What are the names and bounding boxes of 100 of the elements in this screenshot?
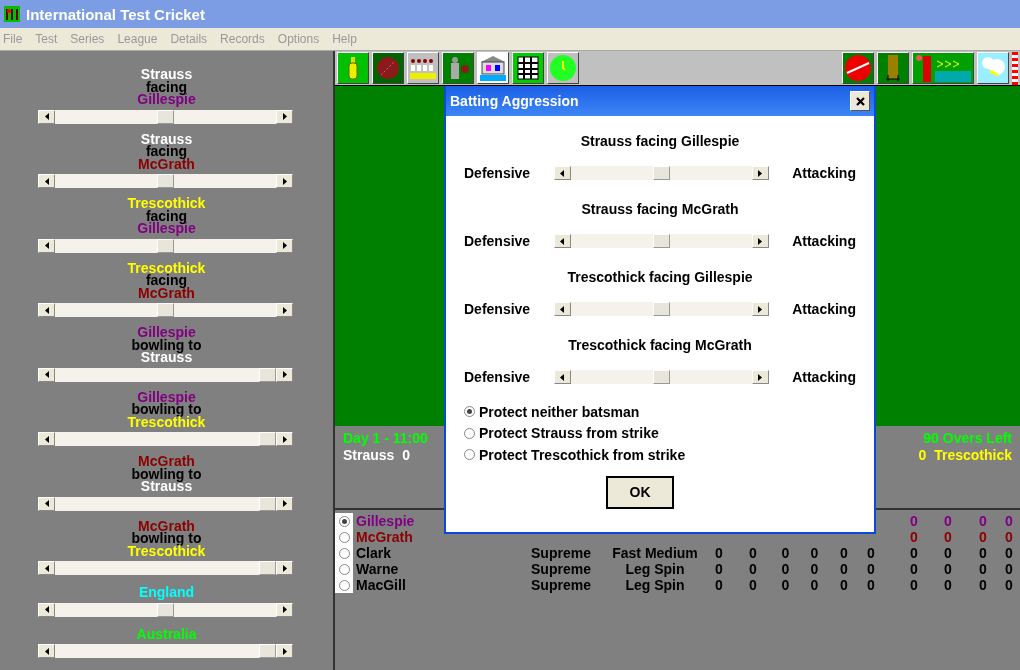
clock-button[interactable]: [547, 52, 579, 84]
scroll-left-button[interactable]: [38, 561, 55, 575]
pitch-button[interactable]: [912, 52, 974, 84]
slider[interactable]: [38, 644, 293, 658]
slider-thumb[interactable]: [652, 234, 670, 248]
ok-button[interactable]: OK: [606, 475, 674, 509]
bowler-radio[interactable]: [338, 579, 350, 591]
menu-item[interactable]: Test: [35, 32, 58, 46]
slider-thumb[interactable]: [157, 238, 174, 253]
bowler-radio[interactable]: [338, 547, 350, 559]
slider[interactable]: [553, 166, 769, 180]
right-arrow-icon: [282, 435, 287, 443]
ball-button[interactable]: [842, 52, 874, 84]
slider-thumb[interactable]: [259, 367, 276, 382]
scroll-left-button[interactable]: [553, 234, 571, 248]
close-button[interactable]: [850, 91, 870, 111]
slider-thumb[interactable]: [157, 602, 174, 617]
slider[interactable]: [553, 370, 769, 384]
slider-thumb[interactable]: [652, 302, 670, 316]
menu-item[interactable]: Options: [277, 32, 320, 46]
slider[interactable]: [38, 303, 293, 317]
slider-thumb[interactable]: [652, 166, 670, 180]
bat-icon: [338, 53, 368, 83]
slider-thumb[interactable]: [259, 432, 276, 446]
bat-button[interactable]: [337, 52, 369, 84]
scroll-right-button[interactable]: [276, 303, 293, 317]
wicket-button[interactable]: [877, 52, 909, 84]
right-arrow-icon: [282, 564, 287, 572]
matchup-label: Gillespie: [137, 93, 196, 106]
scroll-right-button[interactable]: [276, 561, 293, 575]
slider-thumb[interactable]: [259, 644, 276, 658]
scroll-left-button[interactable]: [553, 166, 571, 180]
slider[interactable]: [553, 234, 769, 248]
bowler-radio[interactable]: [338, 531, 350, 543]
slider-thumb[interactable]: [652, 370, 670, 384]
radio-button[interactable]: [464, 449, 475, 461]
scroll-right-button[interactable]: [276, 109, 293, 124]
radio-button[interactable]: [464, 427, 475, 439]
right-arrow-icon: [282, 371, 287, 378]
menu-item[interactable]: Series: [70, 32, 105, 46]
slider-thumb[interactable]: [157, 174, 174, 188]
scroll-left-button[interactable]: [38, 238, 55, 253]
matchup-label: Australia: [136, 627, 197, 640]
bowler-radio[interactable]: [338, 563, 350, 575]
pavilion-button[interactable]: [477, 52, 509, 84]
scroll-right-button[interactable]: [276, 644, 293, 658]
radio-button[interactable]: [464, 406, 475, 418]
scoreboard-button[interactable]: [512, 52, 544, 84]
crowd-button[interactable]: [407, 52, 439, 84]
scroll-right-button[interactable]: [276, 496, 293, 511]
table-cell: 0: [749, 545, 757, 561]
table-cell: 0: [979, 577, 987, 593]
scroll-right-button[interactable]: [276, 602, 293, 617]
slider[interactable]: [38, 109, 293, 124]
scroll-left-button[interactable]: [38, 109, 55, 124]
menu-item[interactable]: Help: [332, 32, 357, 46]
slider[interactable]: [38, 496, 293, 511]
slider-heading: Trescothick facing McGrath: [568, 337, 752, 353]
scroll-right-button[interactable]: [276, 432, 293, 446]
menu-item[interactable]: Records: [220, 32, 265, 46]
scroll-right-button[interactable]: [276, 367, 293, 382]
table-cell: Supreme: [531, 545, 591, 561]
slider-thumb[interactable]: [259, 561, 276, 575]
slider-thumb[interactable]: [157, 109, 174, 124]
slider[interactable]: [553, 302, 769, 316]
scroll-left-button[interactable]: [38, 367, 55, 382]
slider[interactable]: [38, 602, 293, 617]
table-cell: Leg Spin: [625, 561, 685, 577]
slider[interactable]: [38, 432, 293, 446]
matchup-label: Strauss: [140, 132, 193, 145]
scroll-left-button[interactable]: [38, 303, 55, 317]
bowler-name: Warne: [355, 561, 400, 577]
sky-button[interactable]: [977, 52, 1009, 84]
menu-item[interactable]: Details: [170, 32, 208, 46]
slider[interactable]: [38, 367, 293, 382]
dialog-title: Batting Aggression: [450, 93, 579, 109]
slider-thumb[interactable]: [157, 303, 174, 317]
scroll-left-button[interactable]: [38, 644, 55, 658]
menu-item[interactable]: File: [3, 32, 23, 46]
batsman-score: Strauss 0: [343, 447, 410, 464]
slider[interactable]: [38, 174, 293, 188]
scroll-right-button[interactable]: [276, 174, 293, 188]
slider[interactable]: [38, 561, 293, 575]
slider-thumb[interactable]: [259, 496, 276, 511]
scroll-left-button[interactable]: [38, 174, 55, 188]
scroll-right-button[interactable]: [276, 238, 293, 253]
scroll-left-button[interactable]: [38, 432, 55, 446]
bowler-radio[interactable]: [338, 515, 350, 527]
player-button[interactable]: [442, 52, 474, 84]
left-arrow-icon: [44, 435, 49, 443]
scroll-left-button[interactable]: [553, 370, 571, 384]
menu-item[interactable]: League: [117, 32, 158, 46]
ball-button[interactable]: [372, 52, 404, 84]
table-cell: 0: [840, 561, 848, 577]
bowler-name: MacGill: [355, 577, 407, 593]
scroll-left-button[interactable]: [38, 602, 55, 617]
scroll-left-button[interactable]: [38, 496, 55, 511]
scroll-left-button[interactable]: [553, 302, 571, 316]
slider[interactable]: [38, 238, 293, 253]
left-arrow-icon: [560, 305, 565, 313]
